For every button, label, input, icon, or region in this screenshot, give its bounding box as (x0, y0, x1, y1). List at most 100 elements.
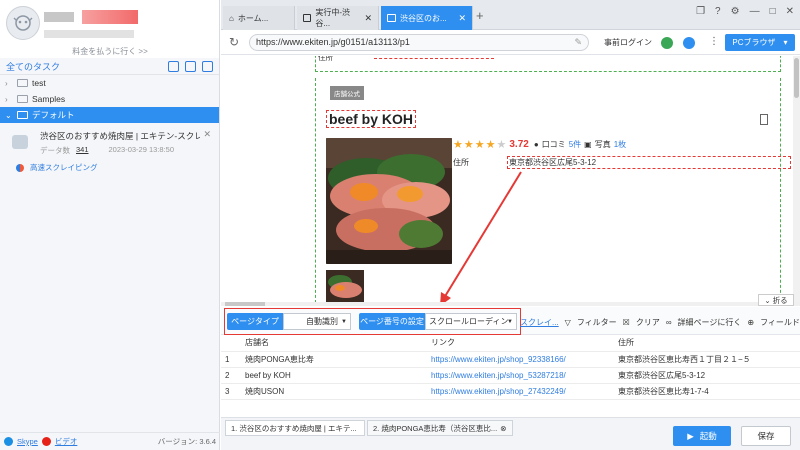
address-row: 住所 東京都渋谷区広尾5-3-12 (453, 156, 791, 169)
web-content: 住所 店舗公式 beef by KOH ★ ★ ★ ★ ★ 3.72 ● 口コミ… (221, 56, 800, 302)
all-tasks-label[interactable]: 全てのタスク (6, 60, 60, 73)
scroll-thumb[interactable] (225, 302, 265, 306)
cell-link[interactable]: https://www.ekiten.jp/shop_92338166/ (427, 351, 614, 368)
skype-link[interactable]: Skype (17, 437, 38, 446)
table-tools: スクレイ... ▽ フィルター ☒ クリア ∞ 詳細ページに行く ⊕ フィールド… (520, 317, 800, 328)
page-tab-1[interactable]: 1. 渋谷区のおすすめ焼肉屋 | エキテ... (225, 420, 365, 436)
table-row[interactable]: 2 beef by KOH https://www.ekiten.jp/shop… (221, 367, 800, 384)
folder-icon (17, 111, 28, 119)
import-icon[interactable] (168, 61, 179, 72)
collapse-button[interactable]: ⌄ 折る (758, 294, 794, 306)
upgrade-link[interactable]: 料金を払うに行く >> (0, 46, 220, 57)
page-tab-2[interactable]: 2. 焼肉PONGA恵比寿（渋谷区恵比... ⊗ (367, 420, 513, 436)
search-task-icon[interactable] (202, 61, 213, 72)
folder-icon (17, 79, 28, 87)
column-header[interactable]: 店舗名 (241, 335, 427, 352)
chevron-right-icon[interactable]: › (5, 95, 13, 104)
tab-running[interactable]: 実行中-渋谷... ✕ (297, 6, 379, 30)
tree-item-label: デフォルト (32, 110, 75, 120)
column-header[interactable]: 住所 (614, 335, 800, 352)
filter-button[interactable]: フィルター (577, 317, 617, 328)
cell-link[interactable]: https://www.ekiten.jp/shop_53287218/ (427, 367, 614, 384)
new-task-icon[interactable] (185, 61, 196, 72)
address-value[interactable]: 東京都渋谷区広尾5-3-12 (507, 156, 791, 169)
tab-home[interactable]: ⌂ ホーム... (223, 6, 295, 30)
previous-shop-block[interactable]: 住所 (315, 56, 781, 72)
skype-icon[interactable] (4, 437, 13, 446)
gift-icon[interactable]: ❐ (696, 6, 705, 17)
bookmark-icon[interactable] (760, 114, 768, 125)
reviews-count[interactable]: 5件 (569, 139, 581, 150)
avatar[interactable] (6, 6, 40, 40)
vertical-scrollbar[interactable] (793, 56, 800, 302)
table-row[interactable]: 3 焼肉USON https://www.ekiten.jp/shop_2743… (221, 383, 800, 400)
tree-item-samples[interactable]: › Samples (0, 91, 219, 107)
tab-current-page[interactable]: 渋谷区のお... ✕ (381, 6, 473, 30)
table-row[interactable]: 1 焼肉PONGA恵比寿 https://www.ekiten.jp/shop_… (221, 351, 800, 368)
prev-address-label: 住所 (318, 56, 333, 62)
save-button[interactable]: 保存 (741, 426, 791, 446)
video-link[interactable]: ビデオ (55, 436, 78, 447)
column-header[interactable]: リンク (427, 335, 614, 352)
tree-item-test[interactable]: › test (0, 75, 219, 91)
shop-block[interactable]: 店舗公式 beef by KOH ★ ★ ★ ★ ★ 3.72 ● 口コミ 5件… (315, 78, 791, 302)
cell-address[interactable]: 東京都渋谷区恵比寿1-7-4 (614, 383, 800, 400)
cell-shop-name[interactable]: beef by KOH (241, 367, 427, 384)
add-circle-icon[interactable]: ⊕ (747, 318, 754, 327)
start-button[interactable]: ▶ 起動 (673, 426, 731, 446)
scrape-link[interactable]: スクレイ... (520, 317, 559, 328)
fast-scraping-link[interactable]: 高速スクレイピング (16, 162, 98, 173)
cell-shop-name[interactable]: 焼肉PONGA恵比寿 (241, 351, 427, 368)
shop-name[interactable]: beef by KOH (326, 110, 417, 128)
url-input[interactable]: https://www.ekiten.jp/g0151/a13113/p1 ✎ (249, 34, 589, 51)
close-icon[interactable]: ⊗ (500, 424, 506, 433)
shop-photo[interactable] (326, 138, 452, 264)
pre-login-button[interactable]: 事前ログイン (604, 37, 652, 48)
user-icon[interactable] (683, 37, 695, 49)
chevron-right-icon[interactable]: › (5, 79, 13, 88)
chevron-down-icon[interactable]: ⌄ (5, 111, 13, 120)
refresh-icon[interactable]: ↻ (229, 35, 239, 49)
review-info: ● 口コミ 5件 ▣ 写真 1枚 (534, 139, 626, 150)
add-field-button[interactable]: フィールドを追加 (760, 317, 800, 328)
trash-icon[interactable]: ☒ (623, 318, 630, 327)
help-icon[interactable]: ? (715, 6, 721, 17)
filter-icon[interactable]: ▽ (565, 318, 571, 327)
clear-button[interactable]: クリア (636, 317, 660, 328)
page-number-select[interactable]: スクロールローディン ▼ (425, 313, 517, 330)
video-icon[interactable] (41, 437, 51, 446)
link-icon[interactable]: ∞ (666, 318, 672, 327)
data-count[interactable]: 341 (76, 145, 89, 156)
close-window-icon[interactable]: ✕ (786, 6, 794, 17)
photos-count[interactable]: 1枚 (614, 139, 626, 150)
task-title[interactable]: 渋谷区のおすすめ焼肉屋 | エキテン-スクレ... (40, 130, 200, 142)
close-icon[interactable]: ✕ (203, 129, 211, 140)
new-tab-icon[interactable]: + (476, 8, 484, 23)
gear-icon[interactable]: ⚙ (731, 6, 740, 17)
shop-thumbnail[interactable] (326, 270, 364, 302)
close-tab-icon[interactable]: ✕ (364, 13, 372, 24)
tree-item-default[interactable]: ⌄ デフォルト (0, 107, 219, 123)
prev-address-value[interactable] (374, 56, 494, 59)
cell-shop-name[interactable]: 焼肉USON (241, 383, 427, 400)
fast-scraping-label: 高速スクレイピング (30, 163, 98, 172)
pc-browser-button[interactable]: PCブラウザ ▾ (725, 34, 795, 51)
tab-label: ホーム... (237, 13, 269, 23)
extension-green-icon[interactable] (661, 37, 673, 49)
more-icon[interactable]: ⋮ (709, 36, 719, 47)
star-half-icon: ★ (485, 139, 496, 151)
detail-page-button[interactable]: 詳細ページに行く (678, 317, 742, 328)
cell-address[interactable]: 東京都渋谷区恵比寿西１丁目２１−５ (614, 351, 800, 368)
row-index: 3 (221, 383, 241, 400)
task-card[interactable]: 渋谷区のおすすめ焼肉屋 | エキテン-スクレ... ✕ データ数 341 202… (0, 123, 219, 179)
horizontal-scrollbar[interactable] (221, 302, 800, 306)
edit-icon[interactable]: ✎ (574, 35, 582, 50)
close-tab-icon[interactable]: ✕ (458, 13, 466, 24)
scroll-thumb[interactable] (794, 58, 799, 98)
cell-link[interactable]: https://www.ekiten.jp/shop_27432249/ (427, 383, 614, 400)
page-type-select[interactable]: 自動識別 ▼ (283, 313, 351, 330)
tab-label: 渋谷区のお... (400, 13, 447, 23)
maximize-icon[interactable]: □ (770, 6, 776, 17)
minimize-icon[interactable]: — (750, 6, 760, 17)
cell-address[interactable]: 東京都渋谷区広尾5-3-12 (614, 367, 800, 384)
